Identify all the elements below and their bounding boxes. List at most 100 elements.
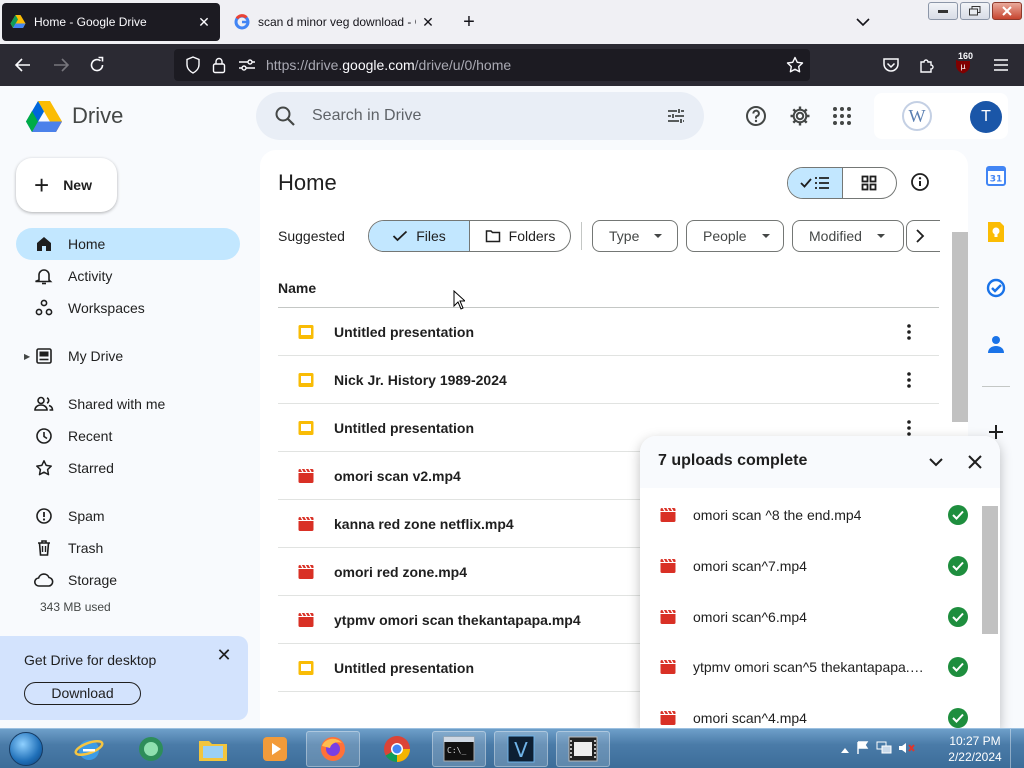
sidebar-item-activity[interactable]: Activity bbox=[16, 260, 240, 292]
sidebar-item-workspaces[interactable]: Workspaces bbox=[16, 292, 240, 324]
permissions-icon[interactable] bbox=[236, 54, 258, 76]
tab-google-search[interactable]: scan d minor veg download - G ✕ bbox=[226, 3, 444, 41]
scroll-filters-right-icon[interactable] bbox=[906, 220, 940, 252]
uploads-scrollbar[interactable] bbox=[982, 506, 998, 634]
grid-view-button[interactable] bbox=[843, 168, 897, 198]
sidebar-item-shared-with-me[interactable]: Shared with me bbox=[16, 388, 240, 420]
trash-icon bbox=[34, 538, 54, 558]
more-actions-icon[interactable] bbox=[899, 418, 919, 438]
more-actions-icon[interactable] bbox=[899, 370, 919, 390]
download-button[interactable]: Download bbox=[24, 682, 141, 705]
show-desktop-button[interactable] bbox=[1010, 729, 1024, 768]
file-explorer-icon[interactable] bbox=[186, 731, 240, 767]
sidebar-item-home[interactable]: Home bbox=[16, 228, 240, 260]
mouse-cursor-icon bbox=[453, 290, 465, 310]
firefox-icon[interactable] bbox=[306, 731, 360, 767]
sidebar-item-spam[interactable]: Spam bbox=[16, 500, 240, 532]
list-view-button[interactable] bbox=[788, 168, 843, 198]
account-avatar[interactable]: T bbox=[970, 101, 1002, 133]
tasks-icon[interactable] bbox=[984, 276, 1008, 300]
search-bar[interactable] bbox=[256, 92, 704, 140]
shield-icon[interactable] bbox=[182, 54, 204, 76]
info-icon[interactable] bbox=[910, 172, 932, 194]
upload-item[interactable]: ytpmv omori scan^5 thekantapapa.mp4 bbox=[640, 641, 980, 692]
name-column-header[interactable]: Name bbox=[278, 280, 316, 296]
help-icon[interactable] bbox=[744, 104, 768, 128]
new-tab-button[interactable]: + bbox=[458, 11, 480, 33]
hamburger-menu-icon[interactable] bbox=[990, 54, 1012, 76]
sidebar-item-recent[interactable]: Recent bbox=[16, 420, 240, 452]
check-list-icon bbox=[800, 177, 829, 189]
settings-gear-icon[interactable] bbox=[788, 104, 812, 128]
keep-icon[interactable] bbox=[984, 220, 1008, 244]
close-tab-icon[interactable]: ✕ bbox=[196, 14, 212, 30]
video-file-icon bbox=[660, 507, 676, 522]
media-center-icon[interactable] bbox=[124, 731, 178, 767]
extensions-puzzle-icon[interactable] bbox=[916, 54, 938, 76]
sidebar-item-storage[interactable]: Storage bbox=[16, 564, 240, 596]
new-button[interactable]: + New bbox=[16, 158, 117, 212]
close-window-button[interactable] bbox=[992, 2, 1022, 20]
modified-filter-chip[interactable]: Modified bbox=[792, 220, 904, 252]
internet-explorer-icon[interactable] bbox=[62, 731, 116, 767]
forward-arrow-icon[interactable] bbox=[50, 54, 72, 76]
video-file-icon bbox=[298, 468, 314, 483]
calendar-icon[interactable]: 31 bbox=[984, 164, 1008, 188]
close-uploads-icon[interactable] bbox=[965, 452, 985, 472]
lock-icon[interactable] bbox=[208, 54, 230, 76]
tab-title: Home - Google Drive bbox=[34, 15, 147, 29]
reload-icon[interactable] bbox=[86, 54, 108, 76]
tab-google-drive[interactable]: Home - Google Drive ✕ bbox=[2, 3, 220, 41]
sidebar-item-starred[interactable]: Starred bbox=[16, 452, 240, 484]
sidebar-item-label: My Drive bbox=[68, 348, 124, 364]
video-file-icon bbox=[298, 516, 314, 531]
drive-app-name[interactable]: Drive bbox=[72, 103, 123, 129]
close-tab-icon[interactable]: ✕ bbox=[420, 14, 436, 30]
search-input[interactable] bbox=[312, 104, 652, 128]
start-button[interactable] bbox=[4, 729, 48, 768]
volume-muted-icon[interactable] bbox=[898, 741, 916, 758]
action-center-flag-icon[interactable] bbox=[856, 740, 870, 758]
search-icon[interactable] bbox=[274, 105, 296, 127]
pocket-icon[interactable] bbox=[880, 54, 902, 76]
cloud-icon bbox=[34, 570, 54, 590]
files-filter-button[interactable]: Files bbox=[369, 221, 470, 251]
bookmark-star-icon[interactable] bbox=[784, 54, 806, 76]
dropdown-arrow-icon bbox=[654, 234, 663, 238]
address-bar[interactable]: https://drive.google.com/drive/u/0/home bbox=[174, 49, 810, 81]
type-filter-chip[interactable]: Type bbox=[592, 220, 678, 252]
media-player-icon[interactable] bbox=[248, 731, 302, 767]
upload-item[interactable]: omori scan^7.mp4 bbox=[640, 540, 980, 591]
folders-filter-button[interactable]: Folders bbox=[470, 221, 570, 251]
close-promo-icon[interactable]: ✕ bbox=[214, 646, 234, 666]
wordpress-logo-icon[interactable]: W bbox=[902, 101, 932, 131]
main-scrollbar[interactable] bbox=[952, 232, 968, 422]
collapse-chevron-icon[interactable] bbox=[926, 452, 946, 472]
browser-tab-bar: Home - Google Drive ✕ scan d minor veg d… bbox=[0, 0, 1024, 44]
apps-grid-icon[interactable] bbox=[830, 104, 854, 128]
network-icon[interactable] bbox=[876, 741, 892, 758]
chrome-icon[interactable] bbox=[370, 731, 424, 767]
upload-item[interactable]: omori scan ^8 the end.mp4 bbox=[640, 489, 980, 540]
drive-logo-icon[interactable] bbox=[26, 99, 62, 133]
people-filter-chip[interactable]: People bbox=[686, 220, 784, 252]
upload-item[interactable]: omori scan^4.mp4 bbox=[640, 692, 980, 728]
video-editor-icon[interactable] bbox=[556, 731, 610, 767]
back-arrow-icon[interactable] bbox=[12, 54, 34, 76]
system-clock[interactable]: 10:27 PM 2/22/2024 bbox=[940, 733, 1010, 765]
sidebar-item-trash[interactable]: Trash bbox=[16, 532, 240, 564]
list-tabs-chevron-icon[interactable] bbox=[852, 12, 874, 32]
sidebar-item-my-drive[interactable]: My Drive bbox=[16, 340, 240, 372]
upload-item[interactable]: omori scan^6.mp4 bbox=[640, 591, 980, 642]
vegas-pro-icon[interactable]: V bbox=[494, 731, 548, 767]
show-hidden-icons-arrow-icon[interactable] bbox=[840, 741, 850, 757]
file-row[interactable]: Nick Jr. History 1989-2024 bbox=[278, 356, 939, 404]
more-actions-icon[interactable] bbox=[899, 322, 919, 342]
sidebar-item-label: Recent bbox=[68, 428, 113, 444]
file-row[interactable]: Untitled presentation bbox=[278, 308, 939, 356]
restore-button[interactable] bbox=[960, 2, 990, 20]
search-filter-icon[interactable] bbox=[666, 106, 686, 126]
command-prompt-icon[interactable]: C:\_ bbox=[432, 731, 486, 767]
minimize-button[interactable] bbox=[928, 2, 958, 20]
contacts-icon[interactable] bbox=[984, 332, 1008, 356]
